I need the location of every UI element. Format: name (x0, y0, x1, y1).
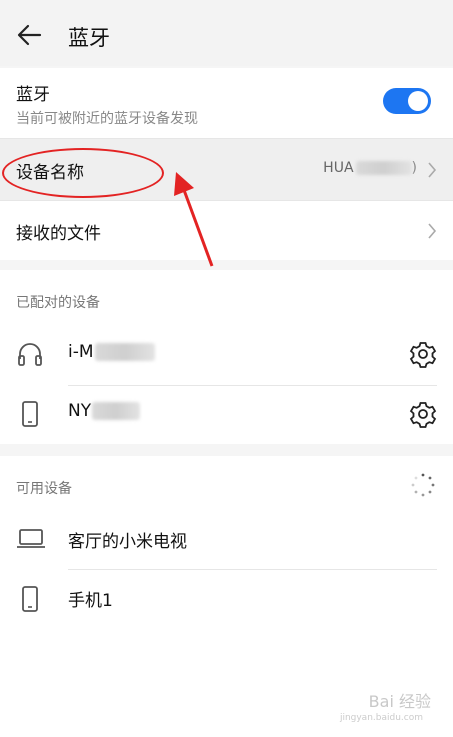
available-device-name: 手机1 (68, 591, 113, 611)
received-files-label: 接收的文件 (16, 224, 101, 244)
bluetooth-switch[interactable] (383, 88, 431, 114)
redacted-blur (92, 402, 141, 420)
available-devices-header: 可用设备 (16, 481, 72, 497)
phone-icon (22, 401, 38, 427)
paired-device-name: NY (68, 401, 141, 421)
top-app-bar: 蓝牙 (0, 0, 453, 66)
page-title: 蓝牙 (68, 26, 110, 50)
arrow-left-icon[interactable] (14, 20, 44, 50)
bluetooth-label: 蓝牙 (16, 85, 50, 105)
device-name-value: HUA) (323, 160, 417, 176)
redacted-blur (94, 343, 155, 361)
received-files-row[interactable]: 接收的文件 (0, 201, 453, 260)
laptop-icon (17, 529, 45, 548)
available-device-name: 客厅的小米电视 (68, 532, 187, 552)
loading-spinner-icon (411, 473, 435, 497)
gear-icon[interactable] (409, 400, 437, 428)
paired-device-row[interactable]: i-M (0, 325, 453, 385)
bluetooth-visibility-subtitle: 当前可被附近的蓝牙设备发现 (16, 111, 198, 127)
watermark-url: jingyan.baidu.com (339, 713, 423, 723)
device-name-text: HUA (323, 160, 354, 176)
chevron-right-icon (428, 162, 437, 178)
headphones-icon (18, 343, 42, 366)
phone-icon (22, 586, 38, 612)
switch-knob (408, 91, 428, 111)
watermark: Bai 经验 (368, 692, 431, 711)
paired-devices-card: 已配对的设备 i-M NY (0, 270, 453, 444)
annotation-ellipse (2, 148, 164, 198)
gear-icon[interactable] (409, 340, 437, 368)
available-device-row[interactable]: 手机1 (0, 570, 453, 628)
chevron-right-icon (428, 223, 437, 239)
redacted-blur (355, 161, 412, 175)
paired-devices-header: 已配对的设备 (16, 295, 100, 311)
paired-device-name: i-M (68, 342, 155, 362)
paired-device-row[interactable]: NY (0, 386, 453, 444)
available-device-row[interactable]: 客厅的小米电视 (0, 510, 453, 568)
